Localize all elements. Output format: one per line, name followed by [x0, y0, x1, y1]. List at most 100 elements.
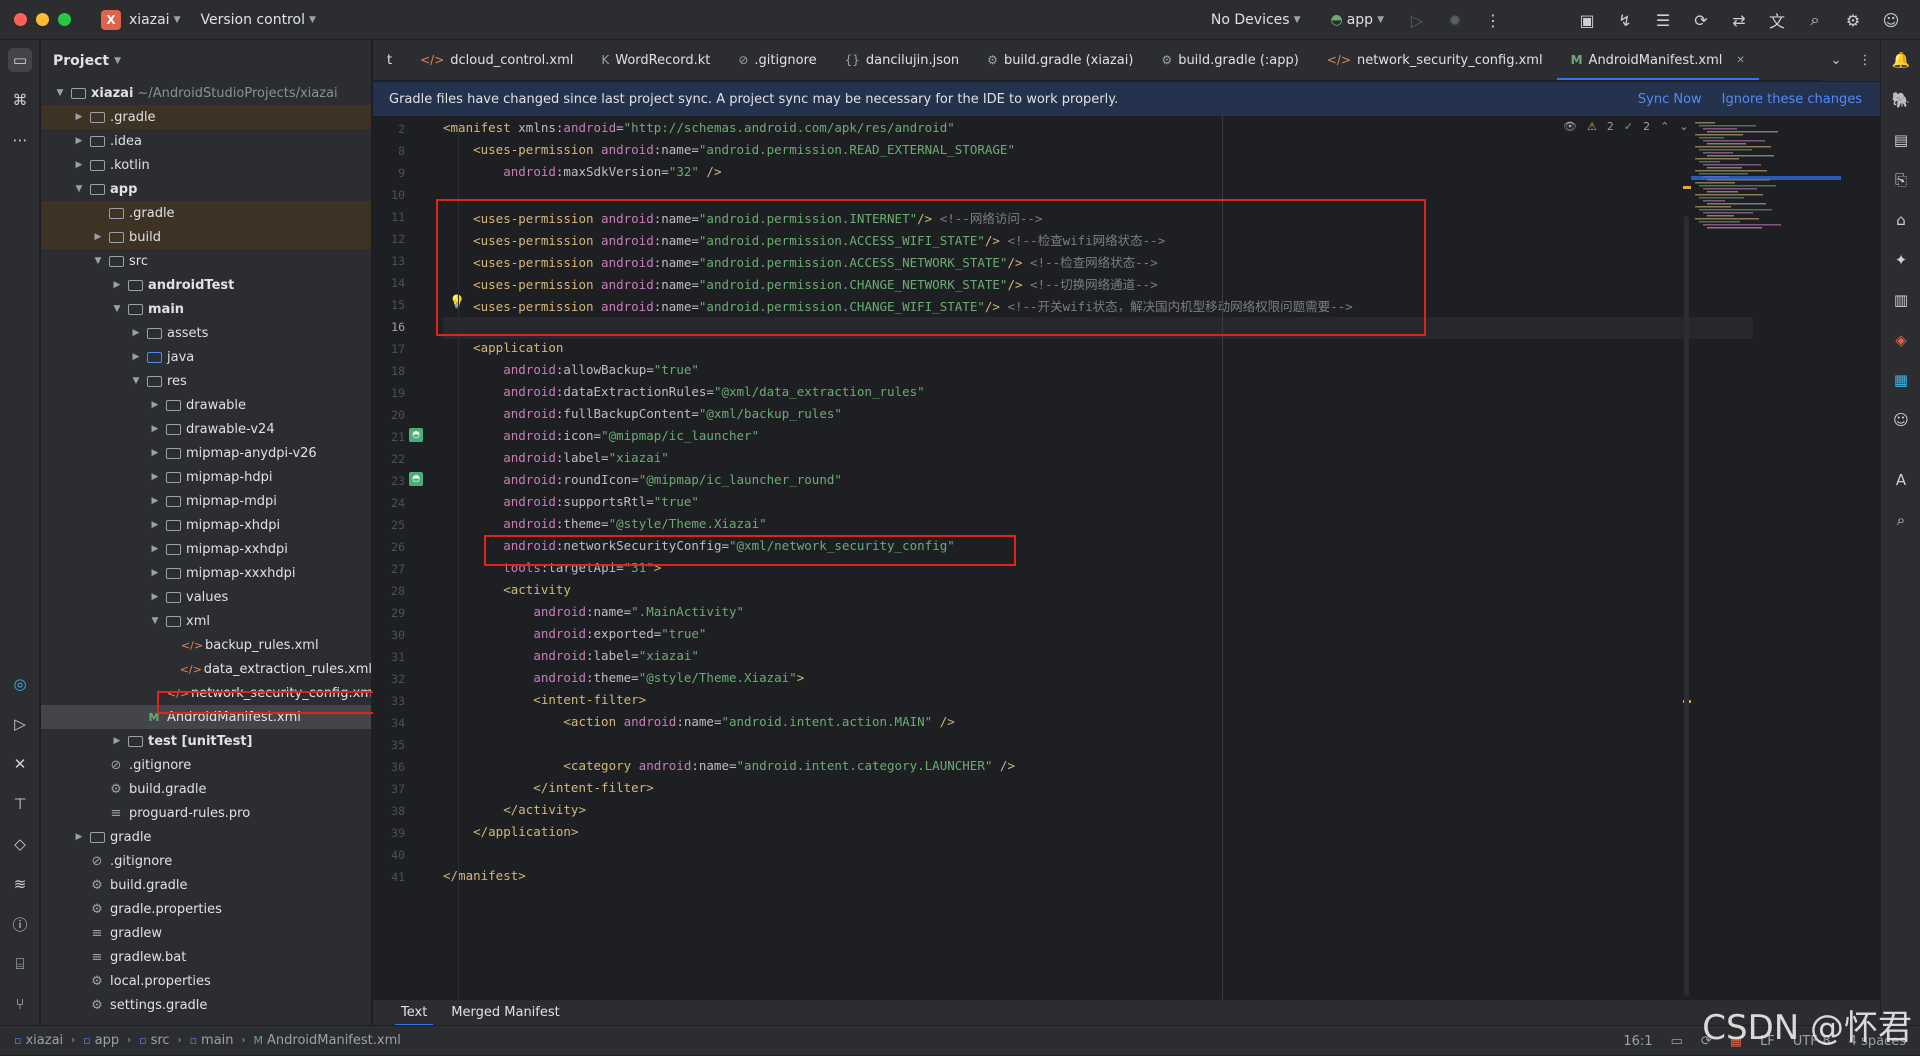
scrollbar[interactable]: [1684, 216, 1689, 996]
chevron-right-icon[interactable]: ▶: [129, 328, 143, 338]
plugin-icon[interactable]: ◈: [1889, 328, 1913, 352]
code-line[interactable]: <application: [443, 340, 563, 355]
chevron-down-icon[interactable]: ▼: [148, 616, 162, 626]
problems-icon[interactable]: ⓘ: [8, 912, 32, 936]
close-icon[interactable]: ✕: [1736, 55, 1744, 66]
tree-item[interactable]: ▼ xml: [41, 609, 371, 633]
device-manager-icon[interactable]: ▣: [1572, 5, 1602, 35]
more-icon[interactable]: ⋮: [1858, 53, 1871, 68]
tree-item[interactable]: ⚙ local.properties: [41, 969, 371, 993]
chevron-right-icon[interactable]: ▶: [91, 232, 105, 242]
tree-item[interactable]: .gradle: [41, 201, 371, 225]
code-line[interactable]: <category android:name="android.intent.c…: [443, 758, 1015, 773]
tree-item[interactable]: ▶ test [unitTest]: [41, 729, 371, 753]
project-selector[interactable]: xiazai ▼: [129, 12, 181, 28]
tab-text[interactable]: Text: [389, 1000, 439, 1026]
tree-item[interactable]: ▶ .kotlin: [41, 153, 371, 177]
chevron-right-icon[interactable]: ▶: [148, 400, 162, 410]
structure-icon[interactable]: ☰: [1648, 5, 1678, 35]
chevron-right-icon[interactable]: ▶: [148, 472, 162, 482]
gear-icon[interactable]: ⚙: [1838, 5, 1868, 35]
tree-item[interactable]: ▶ values: [41, 585, 371, 609]
chevron-right-icon[interactable]: ▶: [148, 544, 162, 554]
tree-item[interactable]: ⚙ build.gradle: [41, 873, 371, 897]
device-selector[interactable]: No Devices ▼: [1211, 12, 1301, 28]
tree-item[interactable]: ▶ mipmap-hdpi: [41, 465, 371, 489]
notifications-icon[interactable]: 🔔: [1889, 48, 1913, 72]
chevron-right-icon[interactable]: ▶: [148, 568, 162, 578]
code-line[interactable]: </intent-filter>: [443, 780, 653, 795]
tree-item[interactable]: ⚙ gradle.properties: [41, 897, 371, 921]
code-line[interactable]: android:exported="true": [443, 626, 706, 641]
tree-item[interactable]: ▼ app: [41, 177, 371, 201]
git-icon[interactable]: ⑂: [8, 992, 32, 1016]
emulator-icon[interactable]: ⌂: [1889, 208, 1913, 232]
chevron-right-icon[interactable]: ▶: [72, 160, 86, 170]
cursor-position[interactable]: 16:1: [1623, 1034, 1652, 1049]
code-line[interactable]: <activity: [443, 582, 571, 597]
maximize-window-button[interactable]: [58, 13, 71, 26]
tree-item[interactable]: ▶ build: [41, 225, 371, 249]
logcat-icon[interactable]: ≋: [8, 872, 32, 896]
terminal-icon[interactable]: ⌸: [8, 952, 32, 976]
chevron-right-icon[interactable]: ▶: [72, 112, 86, 122]
reader-mode-icon[interactable]: 👁: [1563, 120, 1577, 133]
code-line[interactable]: </application>: [443, 824, 578, 839]
layout-inspector-icon[interactable]: ⎘: [1889, 168, 1913, 192]
sync-now-link[interactable]: Sync Now: [1638, 92, 1702, 107]
account-icon[interactable]: ☺: [1876, 5, 1906, 35]
editor-tab[interactable]: </> network_security_config.xml: [1313, 40, 1557, 80]
sync-icon[interactable]: ⇄: [1724, 5, 1754, 35]
editor-tab[interactable]: M AndroidManifest.xml ✕: [1556, 40, 1759, 80]
code-line[interactable]: <intent-filter>: [443, 692, 646, 707]
launcher-icon-preview[interactable]: ◓: [409, 428, 423, 442]
code-line[interactable]: <uses-permission android:name="android.p…: [443, 142, 1015, 157]
code-line[interactable]: android:fullBackupContent="@xml/backup_r…: [443, 406, 842, 421]
code-line[interactable]: android:icon="@mipmap/ic_launcher": [443, 428, 759, 443]
tree-item[interactable]: ▶ drawable-v24: [41, 417, 371, 441]
resource-manager-icon[interactable]: ⌘: [8, 88, 32, 112]
gradle-tool-icon[interactable]: 🐘: [1889, 88, 1913, 112]
chevron-right-icon[interactable]: ▶: [148, 496, 162, 506]
chevron-right-icon[interactable]: ▶: [148, 424, 162, 434]
chevron-up-icon[interactable]: ⌃: [1660, 120, 1669, 133]
chevron-down-icon[interactable]: ▼: [91, 256, 105, 266]
project-badge[interactable]: X: [101, 9, 121, 30]
inspection-widget[interactable]: 👁 ⚠ 2 ✓ 2 ⌃ ⌄: [1563, 120, 1689, 133]
app-inspection-icon[interactable]: ◎: [8, 672, 32, 696]
translate-icon[interactable]: 文: [1762, 5, 1792, 35]
tree-item[interactable]: ▶ mipmap-mdpi: [41, 489, 371, 513]
device-file-icon[interactable]: ▤: [1889, 128, 1913, 152]
tree-item[interactable]: </> backup_rules.xml: [41, 633, 371, 657]
code-line[interactable]: android:dataExtractionRules="@xml/data_e…: [443, 384, 924, 399]
tree-item[interactable]: ▼ src: [41, 249, 371, 273]
minimap[interactable]: [1691, 116, 1841, 999]
code-line[interactable]: android:roundIcon="@mipmap/ic_launcher_r…: [443, 472, 842, 487]
code-line[interactable]: android:theme="@style/Theme.Xiazai": [443, 516, 766, 531]
code-line[interactable]: android:label="xiazai": [443, 648, 699, 663]
more-icon[interactable]: ⋮: [1478, 5, 1508, 35]
tree-item[interactable]: ≡ proguard-rules.pro: [41, 801, 371, 825]
gemini-icon[interactable]: ✦: [1889, 248, 1913, 272]
code-line[interactable]: android:name=".MainActivity": [443, 604, 744, 619]
editor-tab[interactable]: ⚙ build.gradle (:app): [1147, 40, 1312, 80]
tree-item[interactable]: ⊘ .gitignore: [41, 753, 371, 777]
tree-item[interactable]: ▶ .gradle: [41, 105, 371, 129]
code-line[interactable]: </activity>: [443, 802, 586, 817]
editor-tab[interactable]: </> dcloud_control.xml: [406, 40, 587, 80]
search-icon[interactable]: ⌕: [1800, 5, 1830, 35]
chevron-right-icon[interactable]: ▶: [148, 592, 162, 602]
tree-item[interactable]: ⚙ build.gradle: [41, 777, 371, 801]
assistant-icon[interactable]: ▥: [1889, 288, 1913, 312]
tree-item[interactable]: ▼ res: [41, 369, 371, 393]
ignore-changes-link[interactable]: Ignore these changes: [1722, 92, 1862, 107]
chevron-right-icon[interactable]: ▶: [72, 832, 86, 842]
chevron-down-icon[interactable]: ▼: [129, 376, 143, 386]
code-line[interactable]: android:supportsRtl="true": [443, 494, 699, 509]
project-tool-icon[interactable]: ▭: [8, 48, 32, 72]
editor-tab[interactable]: {} dancilujin.json: [831, 40, 974, 80]
breadcrumb-item[interactable]: xiazai: [25, 1033, 63, 1048]
tree-item[interactable]: ▶ gradle: [41, 825, 371, 849]
more-tools-icon[interactable]: ⋯: [8, 128, 32, 152]
editor-tab[interactable]: t: [373, 40, 406, 80]
